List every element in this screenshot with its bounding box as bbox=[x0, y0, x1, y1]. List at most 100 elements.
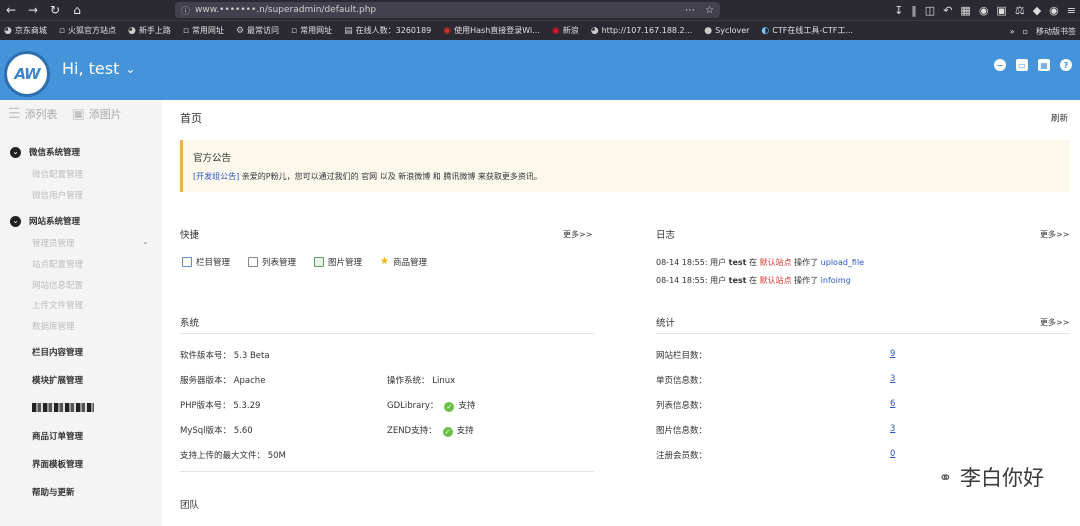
stat-value-link[interactable]: 0 bbox=[890, 449, 895, 459]
page-actions-icon[interactable]: ⋯ bbox=[685, 5, 695, 16]
browser-toolbar: ← → ↻ ⌂ ⓘ www.•••••••.n/superadmin/defau… bbox=[0, 0, 1080, 20]
sidebar-item[interactable]: 管理员管理 bbox=[32, 237, 75, 249]
bookmark-item[interactable]: ▫ 常用网址 bbox=[183, 25, 224, 36]
weibo-icon: ◉ bbox=[551, 25, 560, 36]
globe-icon: ◕ bbox=[4, 25, 12, 36]
stats-more-link[interactable]: 更多>> bbox=[1040, 317, 1069, 328]
monitor-icon[interactable]: ▭ bbox=[1016, 59, 1028, 71]
stat-label: 注册会员数： bbox=[656, 451, 708, 461]
extension-icon[interactable]: ◆ bbox=[1033, 4, 1041, 17]
overflow-chevron-icon[interactable]: » bbox=[1010, 27, 1015, 36]
divider bbox=[180, 333, 594, 334]
menu-icon[interactable]: ≡ bbox=[1067, 4, 1076, 17]
refresh-link[interactable]: 刷新 bbox=[1051, 112, 1068, 124]
reload-icon[interactable]: ↻ bbox=[44, 0, 66, 20]
stat-label: 图片信息数： bbox=[656, 426, 708, 436]
image-icon bbox=[314, 257, 325, 267]
target-link[interactable]: upload_file bbox=[821, 258, 864, 267]
help-icon[interactable]: ? bbox=[1060, 59, 1072, 71]
wechat-icon: ⚭ bbox=[938, 467, 952, 487]
sidebar-item-orders[interactable]: 商品订单管理 bbox=[32, 430, 83, 442]
chevron-down-icon[interactable]: ⌄ bbox=[142, 237, 149, 246]
grid-icon[interactable]: ▦ bbox=[1038, 59, 1050, 71]
notice-panel: 官方公告 [开发组公告] 亲爱的P粉儿，您可以通过我们的 官网 以及 新浪微博 … bbox=[180, 140, 1070, 192]
calendar-icon: ▤ bbox=[344, 25, 353, 36]
redacted-sidebar-item[interactable] bbox=[32, 403, 94, 412]
bookmark-item[interactable]: ◉ 使用Hash直接登录Wi... bbox=[443, 25, 540, 36]
quick-item-products[interactable]: ★ 商品管理 bbox=[380, 256, 427, 269]
extension-icon[interactable]: ◉ bbox=[979, 4, 989, 17]
check-circle-icon: ✓ bbox=[444, 402, 455, 412]
quick-item-lists[interactable]: 列表管理 bbox=[248, 256, 296, 268]
user-menu[interactable]: Hi, test ⌄ bbox=[62, 59, 135, 78]
sidebar-item[interactable]: 数据库管理 bbox=[32, 320, 75, 332]
app-logo[interactable]: AW bbox=[4, 51, 50, 97]
sidebar-group-website[interactable]: ⌄ 网站系统管理 bbox=[10, 215, 80, 227]
stat-label: 列表信息数： bbox=[656, 401, 708, 411]
list-icon: ☰ bbox=[8, 106, 21, 122]
divider bbox=[656, 333, 1070, 334]
notice-title: 官方公告 bbox=[193, 153, 232, 164]
stat-value-link[interactable]: 9 bbox=[890, 349, 895, 359]
sidebar-item-content[interactable]: 栏目内容管理 bbox=[32, 346, 83, 358]
bookmark-item[interactable]: ◕ http://107.167.188.2... bbox=[591, 26, 693, 36]
sidebar-toggle-icon[interactable]: ◫ bbox=[925, 4, 935, 17]
bookmark-item[interactable]: ◉ 新浪 bbox=[552, 25, 579, 36]
mobile-bookmarks[interactable]: 移动版书签 bbox=[1036, 26, 1076, 37]
quick-item-images[interactable]: 图片管理 bbox=[314, 256, 362, 268]
extension-icon[interactable]: ⚖ bbox=[1015, 4, 1025, 17]
site-link[interactable]: 默认站点 bbox=[760, 258, 792, 267]
home-icon[interactable]: ⌂ bbox=[66, 0, 88, 20]
bookmark-item[interactable]: ● Syclover bbox=[704, 26, 749, 36]
document-icon bbox=[248, 257, 259, 267]
sidebar-item-modules[interactable]: 模块扩展管理 bbox=[32, 374, 83, 386]
stat-value-link[interactable]: 3 bbox=[890, 424, 895, 434]
collapse-icon: ⌄ bbox=[10, 215, 21, 227]
quick-item-columns[interactable]: 栏目管理 bbox=[182, 256, 230, 268]
back-icon[interactable]: ← bbox=[0, 0, 22, 20]
sidebar-item[interactable]: 微信配置管理 bbox=[32, 168, 83, 180]
undo-icon[interactable]: ↶ bbox=[943, 4, 952, 17]
download-icon[interactable]: ↧ bbox=[894, 4, 903, 17]
sidebar-item-help[interactable]: 帮助与更新 bbox=[32, 486, 75, 498]
quick-links: 栏目管理 列表管理 图片管理 ★ 商品管理 bbox=[182, 256, 427, 268]
add-list-button[interactable]: ☰ 添列表 bbox=[8, 106, 58, 122]
log-more-link[interactable]: 更多>> bbox=[1040, 229, 1069, 240]
bookmark-star-icon[interactable]: ☆ bbox=[705, 5, 714, 16]
bookmark-item[interactable]: ▤ 在线人数：3260189 bbox=[344, 25, 431, 36]
sidebar-item[interactable]: 网站信息配置 bbox=[32, 279, 83, 291]
site-link[interactable]: 默认站点 bbox=[760, 276, 792, 285]
sidebar: ☰ 添列表 ▣ 添图片 ⌄ 微信系统管理 微信配置管理 微信用户管理 ⌄ 网站系… bbox=[0, 100, 162, 526]
extension-icon[interactable]: ◉ bbox=[1049, 4, 1059, 17]
bookmark-item[interactable]: ◐ CTF在线工具-CTF工... bbox=[761, 25, 853, 36]
target-link[interactable]: infoimg bbox=[821, 276, 851, 285]
bookmark-item[interactable]: ▫ 火狐官方站点 bbox=[59, 25, 116, 36]
minus-circle-icon[interactable]: − bbox=[994, 59, 1006, 71]
bookmark-item[interactable]: ▫ 常用网址 bbox=[291, 25, 332, 36]
sidebar-item-templates[interactable]: 界面模板管理 bbox=[32, 458, 83, 470]
c-logo-icon: ◉ bbox=[443, 25, 452, 36]
image-icon: ▣ bbox=[71, 106, 85, 122]
bookmark-item[interactable]: ◕ 新手上路 bbox=[128, 25, 171, 36]
syclover-icon: ● bbox=[704, 25, 713, 36]
stat-value-link[interactable]: 3 bbox=[890, 374, 895, 384]
operating-system: 操作系统： Linux bbox=[387, 376, 456, 386]
sidebar-item[interactable]: 微信用户管理 bbox=[32, 189, 83, 201]
bookmark-item[interactable]: ⚙ 最常访问 bbox=[236, 25, 279, 36]
add-image-button[interactable]: ▣ 添图片 bbox=[72, 106, 122, 122]
extension-icon[interactable]: ▦ bbox=[960, 4, 970, 17]
bookmark-item[interactable]: ◕ 京东商城 bbox=[4, 25, 47, 36]
extension-icon[interactable]: ▣ bbox=[996, 4, 1006, 17]
sidebar-item[interactable]: 站点配置管理 bbox=[32, 258, 83, 270]
address-bar[interactable]: ⓘ www.•••••••.n/superadmin/default.php ⋯… bbox=[175, 2, 720, 18]
stat-value-link[interactable]: 6 bbox=[890, 399, 895, 409]
quick-more-link[interactable]: 更多>> bbox=[563, 229, 592, 240]
url-text[interactable]: www.•••••••.n/superadmin/default.php bbox=[195, 5, 376, 15]
sidebar-group-wechat[interactable]: ⌄ 微信系统管理 bbox=[10, 146, 80, 158]
notice-tag-link[interactable]: [开发组公告] bbox=[193, 172, 239, 181]
gd-library: GDLibrary： ✓ 支持 bbox=[387, 401, 476, 412]
sidebar-item[interactable]: 上传文件管理 bbox=[32, 299, 83, 311]
info-icon[interactable]: ⓘ bbox=[181, 4, 190, 17]
library-icon[interactable]: ‖ bbox=[911, 4, 917, 17]
forward-icon[interactable]: → bbox=[22, 0, 44, 20]
